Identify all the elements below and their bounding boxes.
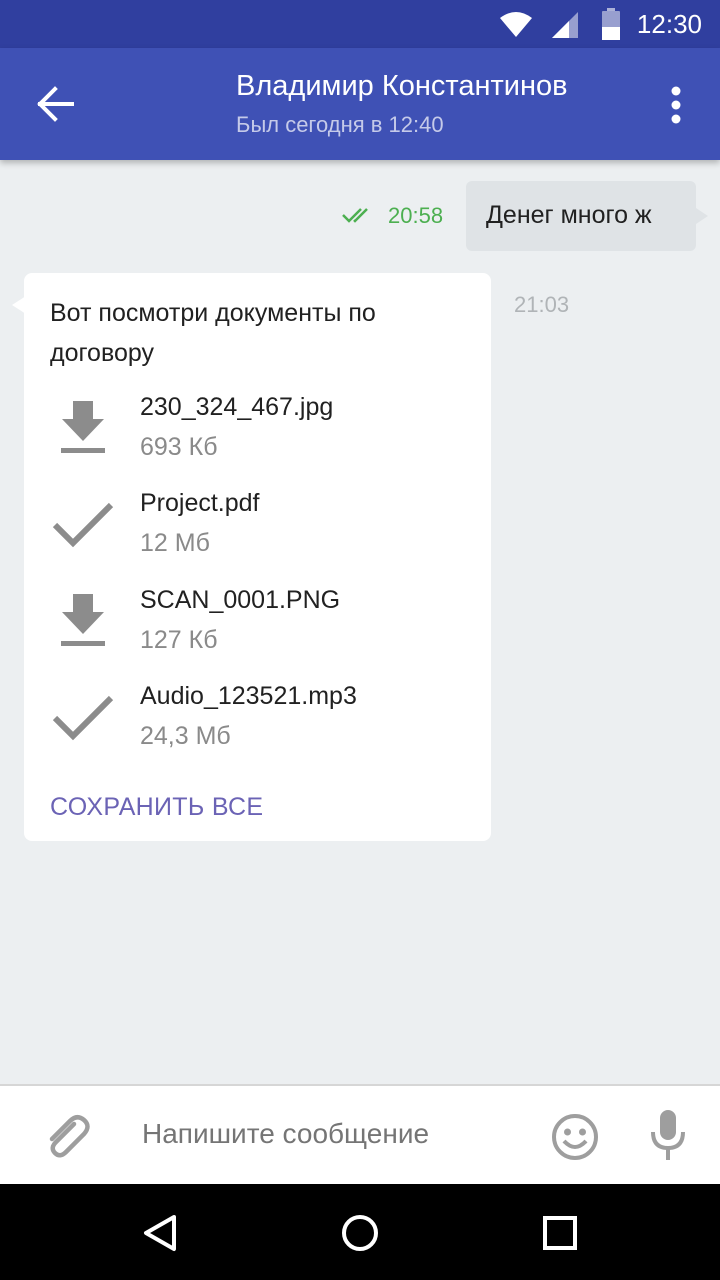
home-circle-icon[interactable] [340,1213,380,1253]
save-all-button[interactable]: СОХРАНИТЬ ВСЕ [50,793,263,822]
file-name: 230_324_467.jpg [140,393,334,421]
file-item[interactable]: 230_324_467.jpg 693 Кб [24,385,491,477]
file-item[interactable]: SCAN_0001.PNG 127 Кб [24,578,491,670]
microphone-icon[interactable] [650,1110,686,1162]
recents-square-icon[interactable] [542,1215,578,1251]
wifi-icon [500,12,532,37]
file-size: 693 Кб [140,433,218,461]
message-composer [0,1084,720,1184]
file-size: 12 Мб [140,529,210,557]
incoming-message-text: Вот посмотри документы по договору [50,299,376,367]
double-check-icon [342,208,368,223]
battery-icon [602,8,620,40]
file-name: SCAN_0001.PNG [140,586,341,614]
incoming-message-bubble[interactable]: Вот посмотри документы по договору 230_3… [24,273,491,841]
message-input[interactable] [132,1104,552,1164]
download-icon[interactable] [60,401,106,455]
outgoing-bubble-tail [696,208,708,224]
status-bar: 12:30 [0,0,720,48]
check-icon [52,695,114,741]
file-size: 24,3 Мб [140,722,231,750]
outgoing-time: 20:58 [388,203,444,228]
more-vert-icon[interactable] [668,86,684,124]
file-name: Audio_123521.mp3 [140,682,357,710]
arrow-left-icon[interactable] [36,86,74,122]
outgoing-message-bubble[interactable]: Денег много ж [466,181,696,251]
download-icon[interactable] [60,594,106,648]
status-time: 12:30 [636,9,702,39]
file-item[interactable]: Project.pdf 12 Мб [24,481,491,573]
last-seen: Был сегодня в 12:40 [236,112,444,137]
signal-icon [552,12,578,38]
chat-area[interactable]: 20:58 Денег много ж 21:03 Вот посмотри д… [0,160,720,1084]
emoji-icon[interactable] [550,1112,600,1162]
contact-name[interactable]: Владимир Константинов [236,70,568,103]
back-triangle-icon[interactable] [142,1214,178,1252]
navigation-bar [0,1184,720,1280]
outgoing-message-text: Денег много ж [486,201,652,229]
file-size: 127 Кб [140,626,218,654]
paperclip-icon[interactable] [44,1112,90,1162]
chat-header: Владимир Константинов Был сегодня в 12:4… [0,48,720,160]
file-name: Project.pdf [140,489,260,517]
file-item[interactable]: Audio_123521.mp3 24,3 Мб [24,674,491,766]
check-icon [52,502,114,548]
incoming-time: 21:03 [514,292,570,317]
